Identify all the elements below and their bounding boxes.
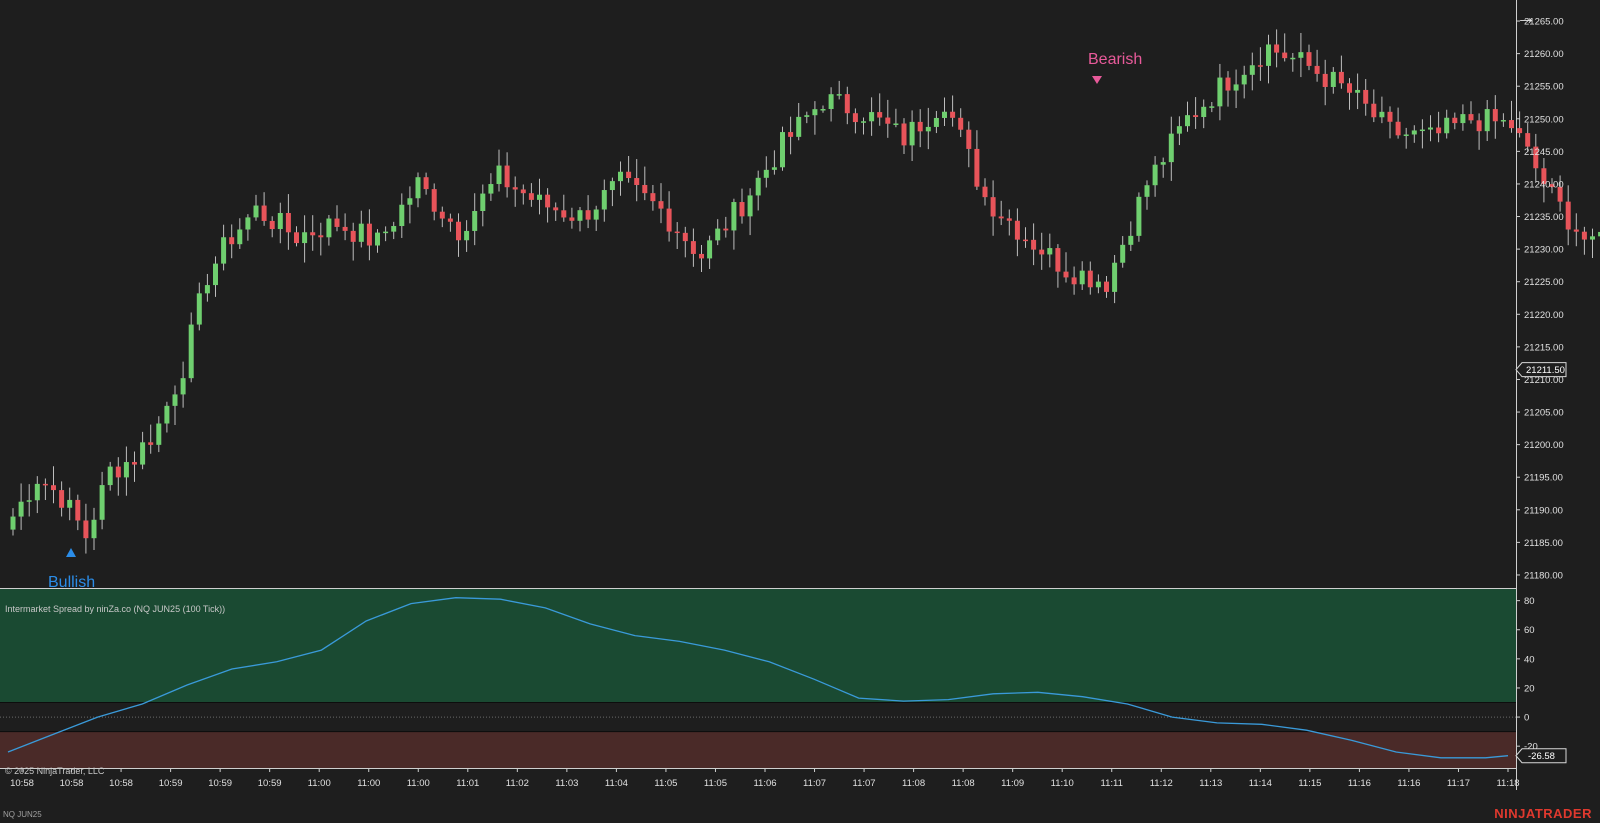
current-value-label: -26.58 xyxy=(1528,751,1555,762)
candle xyxy=(1573,213,1579,247)
time-tick-label: 10:58 xyxy=(60,778,84,789)
candle xyxy=(1533,133,1539,182)
time-tick-label: 11:14 xyxy=(1249,778,1272,789)
lower-zone xyxy=(0,731,1516,768)
price-tick-label: 21250.00 xyxy=(1524,114,1564,125)
time-tick-label: 11:08 xyxy=(952,778,975,789)
candle xyxy=(1565,185,1571,246)
time-tick-label: 11:06 xyxy=(753,778,776,789)
bullish-signal-label: Bullish xyxy=(48,574,96,591)
time-tick-label: 11:00 xyxy=(357,778,380,789)
time-tick-label: 11:05 xyxy=(654,778,677,789)
price-tick-label: 21180.00 xyxy=(1524,570,1563,581)
upper-zone xyxy=(0,589,1516,703)
price-tick-label: 21220.00 xyxy=(1524,310,1564,321)
time-tick-label: 10:59 xyxy=(258,778,282,789)
indicator-tick-label: 80 xyxy=(1524,596,1535,607)
time-tick-label: 11:12 xyxy=(1150,778,1173,789)
time-tick-label: 11:04 xyxy=(605,778,628,789)
candle xyxy=(780,126,785,171)
right-arrow-icon[interactable]: → xyxy=(1514,6,1538,30)
price-axis[interactable]: 21265.0021260.0021255.0021250.0021245.00… xyxy=(1515,17,1567,582)
time-tick-label: 10:59 xyxy=(208,778,232,789)
price-tick-label: 21230.00 xyxy=(1524,245,1564,256)
indicator-tick-label: 20 xyxy=(1524,683,1535,694)
time-tick-label: 11:16 xyxy=(1397,778,1420,789)
price-tick-label: 21235.00 xyxy=(1524,212,1564,223)
candle xyxy=(1509,100,1514,133)
indicator-panel xyxy=(0,589,1516,768)
candle xyxy=(1581,226,1587,255)
price-tick-label: 21245.00 xyxy=(1524,147,1564,158)
time-tick-label: 11:16 xyxy=(1348,778,1371,789)
time-tick-label: 11:18 xyxy=(1496,778,1519,789)
time-tick-label: 11:15 xyxy=(1298,778,1321,789)
current-price-label: 21211.50 xyxy=(1526,365,1565,376)
trading-chart[interactable]: 21265.0021260.0021255.0021250.0021245.00… xyxy=(0,0,1600,823)
price-tick-label: 21205.00 xyxy=(1524,408,1564,419)
indicator-tick-label: 40 xyxy=(1524,654,1535,665)
time-tick-label: 11:01 xyxy=(456,778,479,789)
price-tick-label: 21185.00 xyxy=(1524,538,1563,549)
price-panel-background xyxy=(0,0,1508,588)
price-tick-label: 21215.00 xyxy=(1524,342,1564,353)
indicator-title: Intermarket Spread by ninZa.co (NQ JUN25… xyxy=(5,604,226,614)
brand-logo: NINJATRADER xyxy=(1494,806,1592,821)
time-tick-label: 11:13 xyxy=(1199,778,1222,789)
candle xyxy=(1517,111,1523,138)
price-tick-label: 21200.00 xyxy=(1524,440,1564,451)
candle xyxy=(1136,192,1142,242)
price-tick-label: 21225.00 xyxy=(1524,277,1564,288)
time-tick-label: 11:10 xyxy=(1051,778,1074,789)
time-tick-label: 11:05 xyxy=(704,778,727,789)
indicator-tick-label: 0 xyxy=(1524,713,1529,724)
copyright-text: © 2025 NinjaTrader, LLC xyxy=(5,766,105,776)
instrument-label: NQ JUN25 xyxy=(3,810,42,819)
time-tick-label: 11:17 xyxy=(1447,778,1470,789)
time-tick-label: 11:07 xyxy=(853,778,876,789)
indicator-axis[interactable]: 806040200-20-26.58 xyxy=(1515,596,1567,764)
candle xyxy=(1590,228,1595,258)
time-tick-label: 10:58 xyxy=(10,778,34,789)
price-tick-label: 21255.00 xyxy=(1524,82,1564,93)
price-tick-label: 21190.00 xyxy=(1524,505,1563,516)
price-tick-label: 21240.00 xyxy=(1524,179,1564,190)
time-tick-label: 11:07 xyxy=(803,778,826,789)
time-tick-label: 11:00 xyxy=(407,778,430,789)
time-tick-label: 11:00 xyxy=(308,778,331,789)
price-tick-label: 21260.00 xyxy=(1524,49,1564,60)
price-tick-label: 21195.00 xyxy=(1524,473,1563,484)
time-axis[interactable]: 10:58 10:58 10:58 10:59 10:59 10:59 11:00 11:00… xyxy=(10,768,1520,789)
time-tick-label: 11:09 xyxy=(1001,778,1024,789)
indicator-tick-label: 60 xyxy=(1524,625,1535,636)
time-tick-label: 10:59 xyxy=(159,778,183,789)
bearish-signal-label: Bearish xyxy=(1088,51,1143,68)
time-tick-label: 11:08 xyxy=(902,778,925,789)
time-tick-label: 10:58 xyxy=(109,778,133,789)
time-tick-label: 11:11 xyxy=(1101,778,1123,789)
time-tick-label: 11:03 xyxy=(555,778,578,789)
time-tick-label: 11:02 xyxy=(506,778,529,789)
